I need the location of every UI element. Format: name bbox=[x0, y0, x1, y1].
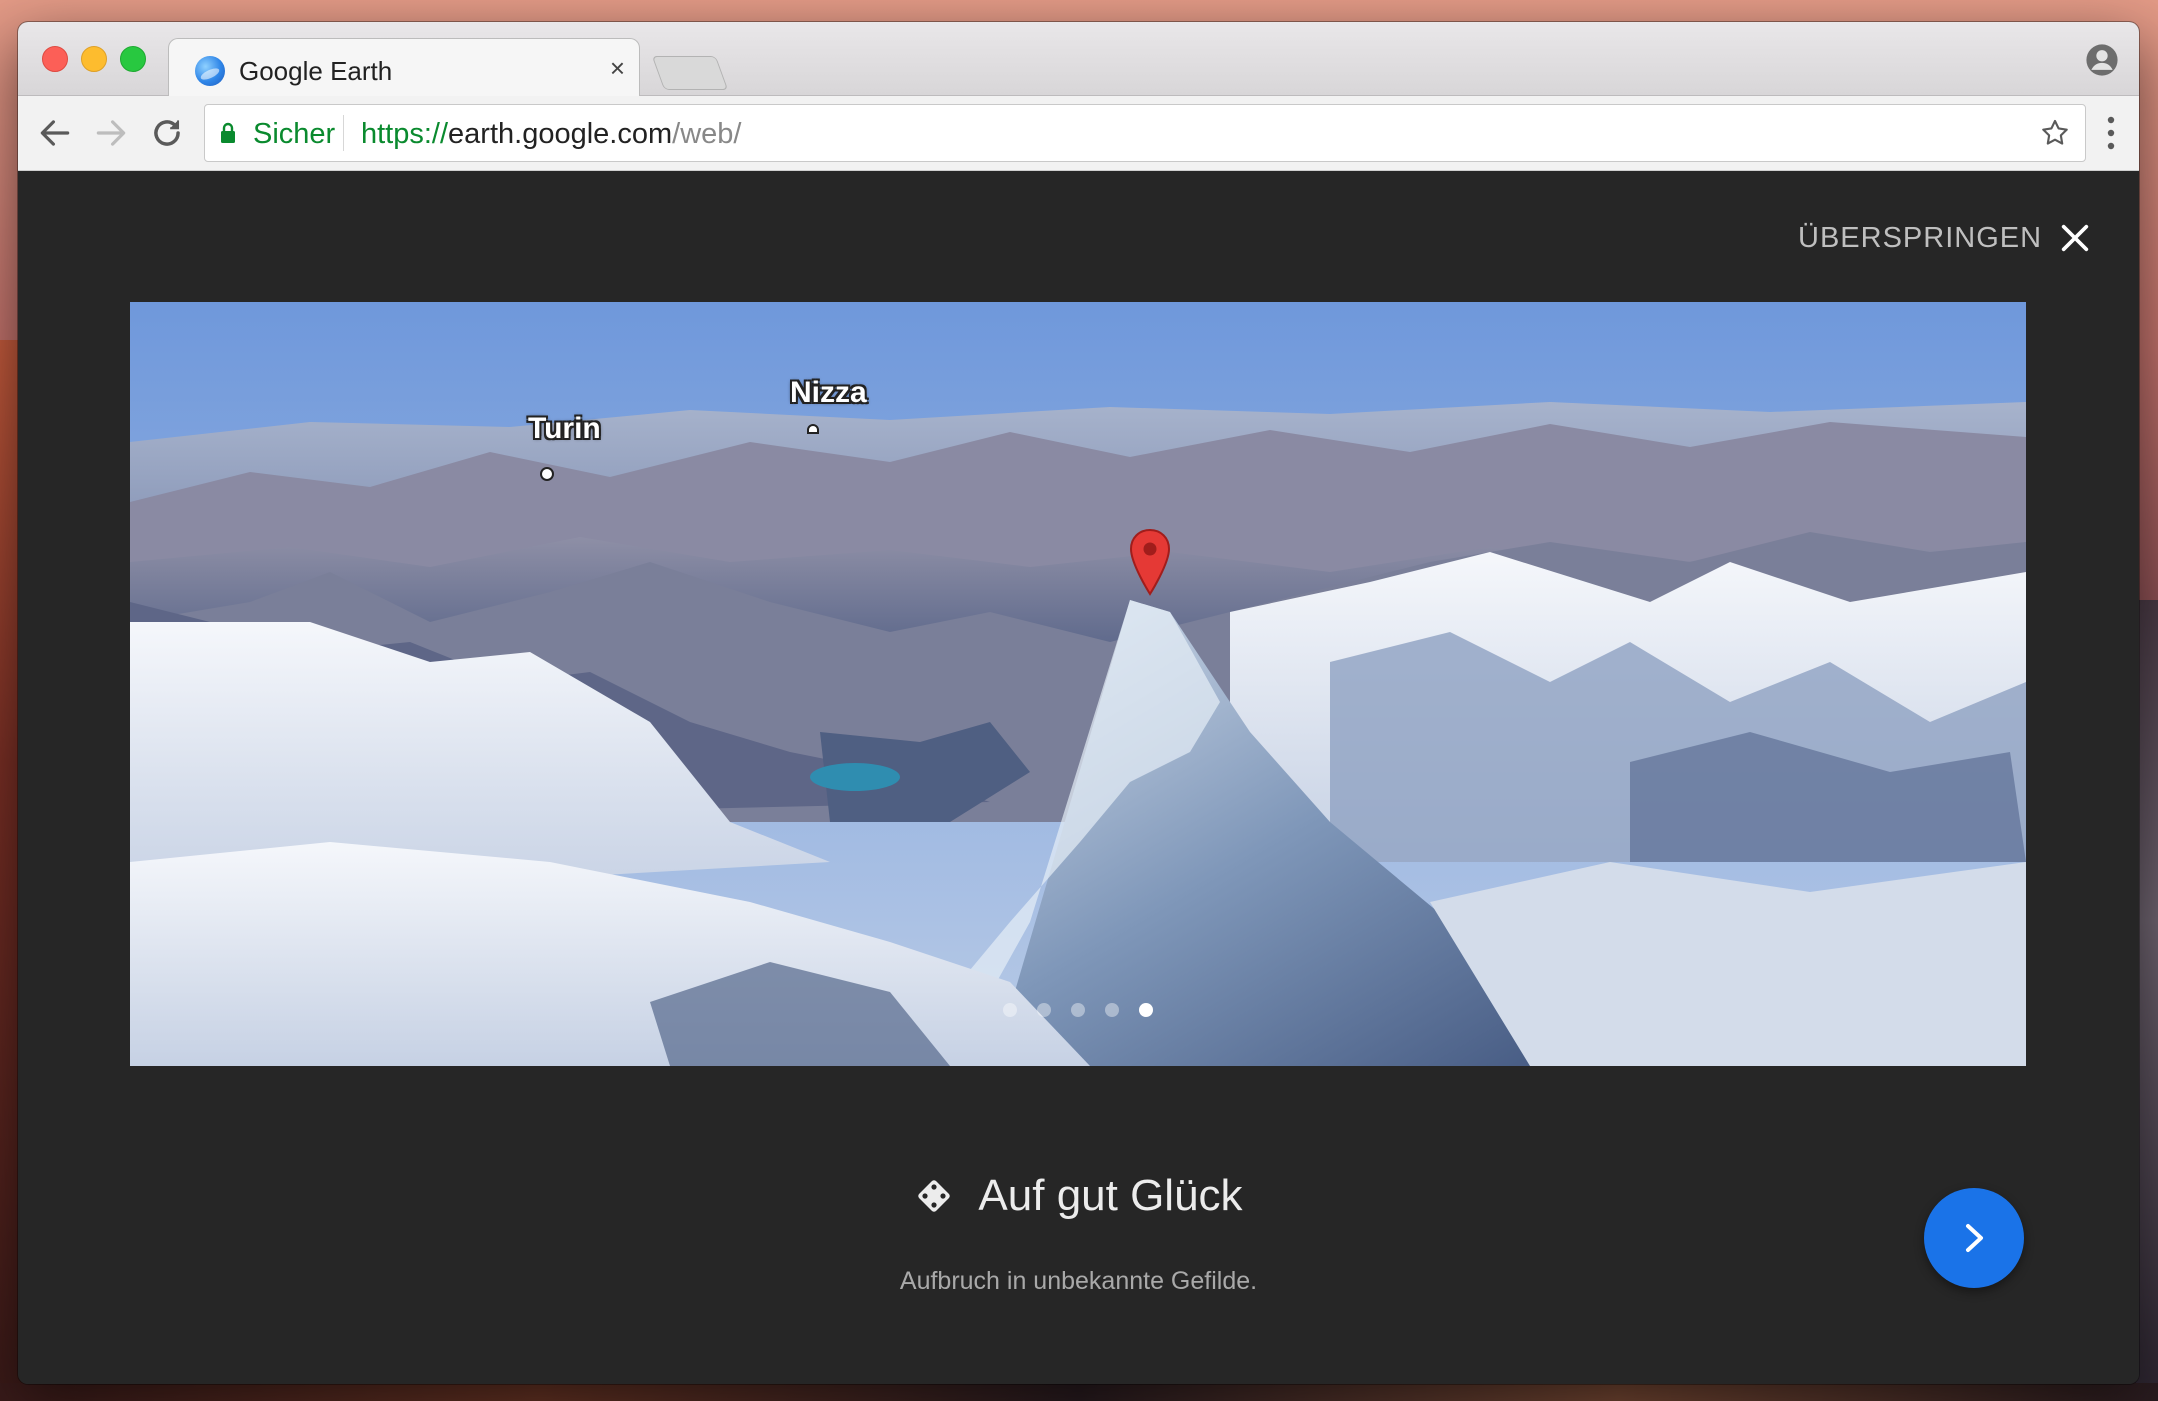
url-text[interactable]: https://earth.google.com/web/ bbox=[361, 118, 741, 151]
tab-title: Google Earth bbox=[239, 56, 393, 86]
google-earth-favicon-icon bbox=[195, 56, 225, 86]
place-label-nizza: Nizza bbox=[790, 376, 867, 409]
browser-window: Google Earth × Sicher https://earth.goog… bbox=[18, 22, 2139, 1384]
pager-dot[interactable] bbox=[1037, 1003, 1051, 1017]
secure-label: Sicher bbox=[253, 118, 336, 150]
window-minimize-button[interactable] bbox=[81, 46, 107, 72]
pager-dot-active[interactable] bbox=[1139, 1003, 1153, 1017]
star-icon[interactable] bbox=[2039, 117, 2071, 149]
window-close-button[interactable] bbox=[42, 46, 68, 72]
pager-dot[interactable] bbox=[1003, 1003, 1017, 1017]
url-host: earth.google.com bbox=[448, 118, 673, 150]
url-scheme: https:// bbox=[361, 118, 449, 150]
profile-icon[interactable] bbox=[2085, 43, 2119, 77]
address-bar[interactable]: Sicher https://earth.google.com/web/ bbox=[204, 104, 2086, 162]
slide-pager bbox=[130, 1003, 2026, 1022]
map-pin-icon bbox=[1129, 528, 1171, 596]
browser-toolbar: Sicher https://earth.google.com/web/ bbox=[18, 96, 2139, 171]
browser-tab-active[interactable]: Google Earth × bbox=[168, 38, 640, 97]
dice-icon bbox=[918, 1180, 951, 1212]
url-path: /web/ bbox=[672, 118, 742, 150]
feature-subtitle: Aufbruch in unbekannte Gefilde. bbox=[899, 1267, 1258, 1295]
tab-close-icon[interactable]: × bbox=[610, 53, 625, 84]
pager-dot[interactable] bbox=[1071, 1003, 1085, 1017]
place-label-turin: Turin bbox=[528, 412, 601, 445]
reload-icon[interactable] bbox=[148, 114, 186, 152]
chevron-right-icon bbox=[1966, 1224, 1983, 1252]
onboarding-overlay: ÜBERSPRINGEN Turin Nizza Auf gut Glück A… bbox=[18, 171, 2139, 1384]
pager-dot[interactable] bbox=[1105, 1003, 1119, 1017]
browser-titlebar: Google Earth × bbox=[18, 22, 2139, 97]
desktop-wallpaper-bottom bbox=[0, 1383, 2158, 1401]
place-marker-nizza bbox=[807, 424, 819, 434]
desktop-wallpaper-right bbox=[2136, 600, 2158, 1401]
window-maximize-button[interactable] bbox=[120, 46, 146, 72]
menu-icon[interactable] bbox=[2107, 116, 2115, 150]
skip-button[interactable]: ÜBERSPRINGEN bbox=[1798, 222, 2042, 255]
feature-title-text: Auf gut Glück bbox=[978, 1171, 1243, 1220]
new-tab-button[interactable] bbox=[651, 56, 729, 90]
feature-title: Auf gut Glück bbox=[18, 1171, 2139, 1227]
mountain-landscape bbox=[130, 302, 2026, 1066]
close-icon[interactable] bbox=[2058, 221, 2092, 255]
forward-arrow-icon[interactable] bbox=[92, 114, 130, 152]
back-arrow-icon[interactable] bbox=[36, 114, 74, 152]
place-marker-turin bbox=[540, 467, 554, 481]
next-button[interactable] bbox=[1924, 1188, 2024, 1288]
lock-icon bbox=[221, 122, 235, 143]
address-divider bbox=[343, 115, 344, 151]
earth-preview-image: Turin Nizza bbox=[130, 302, 2026, 1066]
